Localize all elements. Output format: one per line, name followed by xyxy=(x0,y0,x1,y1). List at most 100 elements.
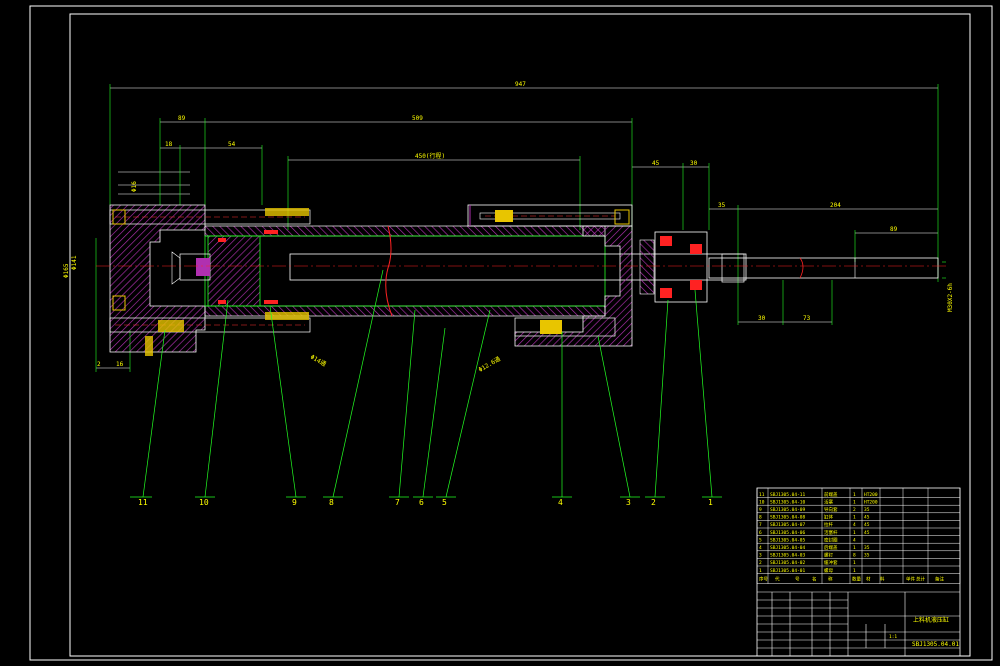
bom-row-code: SBJ1305.04-10 xyxy=(770,499,806,505)
dim-73: 73 xyxy=(803,315,811,322)
bom-row-name: 后端盖 xyxy=(824,544,838,551)
dim-30: 30 xyxy=(690,160,698,167)
dim-18: 18 xyxy=(165,141,173,148)
bom-row-code: SBJ1305.04-05 xyxy=(770,537,806,543)
dim-204: 204 xyxy=(830,202,841,209)
bom-row-name: 前端盖 xyxy=(824,491,838,498)
bom-header-cell: 称 xyxy=(828,576,833,583)
bom-row-no: 6 xyxy=(759,530,762,536)
drawing-scale: 1:1 xyxy=(889,634,897,640)
bom-row-name: 螺钉 xyxy=(824,552,833,559)
dim-overall: 947 xyxy=(515,81,526,88)
part-label-10: 10 xyxy=(199,498,209,507)
dim-45: 45 xyxy=(652,160,660,167)
bom-header-cell: 备注 xyxy=(935,576,944,583)
cylinder-assembly xyxy=(109,204,939,356)
dim-30b: 30 xyxy=(758,315,766,322)
part-label-6: 6 xyxy=(419,498,424,507)
piston-rod xyxy=(289,253,747,281)
bom-row-no: 8 xyxy=(759,515,762,521)
bom-row-code: SBJ1305.04-02 xyxy=(770,560,806,566)
bom-row-code: SBJ1305.04-06 xyxy=(770,530,806,536)
bom-row-code: SBJ1305.04-09 xyxy=(770,507,806,513)
bom-row-no: 9 xyxy=(759,507,762,513)
dim-phi14: Φ14通 xyxy=(309,353,328,368)
bom-header-cell: 序号 xyxy=(759,576,768,583)
bom-row-qty: 1 xyxy=(853,515,856,521)
bom-row-code: SBJ1305.04-01 xyxy=(770,568,806,574)
rod-end xyxy=(708,257,939,279)
drawing-title: 上料机液压缸 xyxy=(913,616,949,624)
bom-row-code: SBJ1305.04-07 xyxy=(770,522,806,528)
dim-89b: 89 xyxy=(890,226,898,233)
bom-header-cell: 号 xyxy=(795,577,800,583)
bom-row-no: 7 xyxy=(759,522,762,528)
bom-row-qty: 1 xyxy=(853,568,856,574)
bom-header-cell: 名 xyxy=(812,576,817,583)
dim-89: 89 xyxy=(178,115,186,122)
part-label-3: 3 xyxy=(626,498,631,507)
bom-row-qty: 2 xyxy=(853,507,856,513)
part-label-2: 2 xyxy=(651,498,656,507)
part-label-5: 5 xyxy=(442,498,447,507)
dim-54: 54 xyxy=(228,141,236,148)
part-label-8: 8 xyxy=(329,498,334,507)
bom-row-no: 3 xyxy=(759,553,762,559)
bom-row-name: 拉杆 xyxy=(824,521,833,528)
bom-row-name: 导向套 xyxy=(824,506,838,513)
bom-row-name: 密封圈 xyxy=(824,536,838,543)
part-label-4: 4 xyxy=(558,498,563,507)
dim-phi165: Φ165 xyxy=(63,263,70,278)
bom-row-qty: 1 xyxy=(853,499,856,505)
drawing-number: SBJ1305.04.01 xyxy=(912,641,959,648)
part-label-7: 7 xyxy=(395,498,400,507)
bom-header-cell: 单件 xyxy=(906,576,915,583)
dim-509: 509 xyxy=(412,115,423,122)
dim-2: 2 xyxy=(97,361,101,368)
bom-row-name: 活塞 xyxy=(824,498,833,505)
bom-row-qty: 1 xyxy=(853,560,856,566)
part-label-9: 9 xyxy=(292,498,297,507)
dim-phi16: Φ16 xyxy=(131,181,138,192)
bom-header-cell: 材 xyxy=(866,576,871,583)
rear-end-cap xyxy=(514,225,633,347)
dim-stroke: 450(行程) xyxy=(415,152,445,160)
bom-header-cell: 总计 xyxy=(916,576,925,583)
bom-header-cell: 数量 xyxy=(852,576,861,583)
bom-row-name: 缸体 xyxy=(824,514,833,521)
dim-16: 16 xyxy=(116,361,124,368)
bom-row-code: SBJ1305.04-04 xyxy=(770,545,806,551)
bom-row-qty: 1 xyxy=(853,530,856,536)
dim-thread: M30X2-6h xyxy=(947,283,954,312)
bill-of-materials: 11 SBJ1305.04-11 前端盖 1 HT20010 SBJ1305.04-10 活… xyxy=(756,487,961,657)
bom-row-name: 活塞杆 xyxy=(824,529,838,536)
bom-row-material: 35 xyxy=(864,545,870,551)
bom-row-no: 10 xyxy=(759,499,765,505)
bom-row-material: HT200 xyxy=(864,492,878,498)
drawing-sheet: 947 89 509 18 54 450(行程) 45 30 35 204 89… xyxy=(29,5,993,661)
dim-35: 35 xyxy=(718,202,726,209)
bom-row-material: 35 xyxy=(864,553,870,559)
bom-row-code: SBJ1305.04-03 xyxy=(770,553,806,559)
dim-phi141: Φ141 xyxy=(71,255,78,270)
bom-row-code: SBJ1305.04-08 xyxy=(770,515,806,521)
bom-row-material: 45 xyxy=(864,515,870,521)
bom-row-material: 35 xyxy=(864,507,870,513)
piston xyxy=(207,235,261,307)
bom-row-name: 缓冲套 xyxy=(824,559,838,566)
bom-row-qty: 1 xyxy=(853,492,856,498)
bom-row-qty: 4 xyxy=(853,537,856,543)
bom-row-code: SBJ1305.04-11 xyxy=(770,492,806,498)
cylinder-bore xyxy=(204,235,606,307)
bom-row-qty: 4 xyxy=(853,522,856,528)
front-end-cap xyxy=(109,204,206,353)
bom-row-qty: 1 xyxy=(853,545,856,551)
bom-row-no: 1 xyxy=(759,568,762,574)
bom-row-no: 11 xyxy=(759,492,765,498)
bom-row-no: 5 xyxy=(759,537,762,543)
bom-header-cell: 代 xyxy=(775,576,780,583)
part-number-labels: 11 10 9 8 7 6 5 4 3 2 1 xyxy=(138,498,713,507)
bom-row-material: 45 xyxy=(864,522,870,528)
bom-row-name: 螺母 xyxy=(824,567,833,574)
bom-header-cell: 料 xyxy=(880,576,885,583)
